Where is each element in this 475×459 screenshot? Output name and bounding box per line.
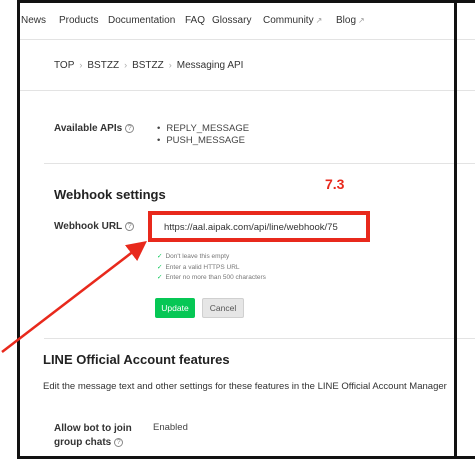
line-features-description: Edit the message text and other settings… bbox=[43, 381, 447, 392]
nav-glossary[interactable]: Glossary bbox=[212, 15, 251, 26]
nav-documentation[interactable]: Documentation bbox=[108, 15, 175, 26]
available-apis-label-text: Available APIs bbox=[54, 123, 123, 134]
update-button[interactable]: Update bbox=[155, 298, 195, 318]
group-chat-value: Enabled bbox=[153, 422, 188, 433]
validation-checklist: ✓ Don't leave this empty ✓ Enter a valid H… bbox=[157, 252, 266, 284]
nav-blog[interactable]: Blog ↗ bbox=[336, 15, 365, 26]
webhook-url-label-text: Webhook URL bbox=[54, 221, 123, 232]
breadcrumb-channel[interactable]: BSTZZ bbox=[132, 60, 164, 71]
nav-products[interactable]: Products bbox=[59, 15, 98, 26]
cancel-button[interactable]: Cancel bbox=[202, 298, 244, 318]
nav-community[interactable]: Community ↗ bbox=[263, 15, 322, 26]
breadcrumb-top[interactable]: TOP bbox=[54, 60, 74, 71]
available-apis-label: Available APIs? bbox=[54, 123, 135, 134]
api-list: REPLY_MESSAGE PUSH_MESSAGE bbox=[157, 123, 249, 147]
info-icon[interactable]: ? bbox=[125, 222, 135, 231]
check-icon: ✓ bbox=[157, 253, 163, 260]
nav-faq[interactable]: FAQ bbox=[185, 15, 205, 26]
check-icon: ✓ bbox=[157, 263, 163, 271]
webhook-url-label: Webhook URL? bbox=[54, 221, 135, 232]
chevron-right-icon: › bbox=[168, 60, 172, 70]
browser-frame: News Products Documentation FAQ Glossary… bbox=[17, 0, 475, 459]
info-icon[interactable]: ? bbox=[114, 438, 124, 447]
header-divider bbox=[20, 90, 475, 91]
check-icon: ✓ bbox=[157, 274, 163, 281]
nav-community-label: Community bbox=[263, 15, 314, 26]
validation-item: ✓ Enter a valid HTTPS URL bbox=[157, 263, 266, 274]
top-navigation: News Products Documentation FAQ Glossary… bbox=[20, 15, 475, 35]
external-link-icon: ↗ bbox=[315, 16, 323, 25]
validation-text: Enter a valid HTTPS URL bbox=[165, 263, 240, 271]
chevron-right-icon: › bbox=[79, 60, 83, 70]
nav-blog-label: Blog bbox=[336, 15, 357, 26]
validation-item: ✓ Enter no more than 500 characters bbox=[157, 273, 266, 284]
line-features-title: LINE Official Account features bbox=[43, 352, 230, 367]
validation-item: ✓ Don't leave this empty bbox=[157, 252, 266, 263]
validation-text: Enter no more than 500 characters bbox=[165, 274, 266, 281]
info-icon[interactable]: ? bbox=[125, 124, 135, 133]
webhook-url-input[interactable]: https://aal.aipak.com/api/line/webhook/7… bbox=[148, 211, 370, 242]
breadcrumb-current: Messaging API bbox=[176, 60, 244, 71]
group-chat-label-line1: Allow bot to join bbox=[54, 423, 132, 434]
chevron-right-icon: › bbox=[124, 60, 128, 70]
nav-divider bbox=[20, 39, 475, 40]
content-border bbox=[454, 0, 457, 459]
breadcrumb: TOP › BSTZZ › BSTZZ › Messaging API bbox=[54, 60, 243, 71]
api-item-push: PUSH_MESSAGE bbox=[157, 135, 249, 147]
webhook-settings-title: Webhook settings bbox=[54, 187, 166, 202]
group-chat-label: Allow bot to join group chats? bbox=[54, 422, 132, 450]
webhook-url-value: https://aal.aipak.com/api/line/webhook/7… bbox=[164, 222, 338, 233]
external-link-icon: ↗ bbox=[358, 16, 365, 25]
section-divider bbox=[44, 163, 475, 164]
section-divider bbox=[44, 338, 475, 339]
nav-news[interactable]: News bbox=[21, 15, 46, 26]
step-annotation: 7.3 bbox=[325, 176, 345, 192]
validation-text: Don't leave this empty bbox=[165, 253, 230, 260]
breadcrumb-provider[interactable]: BSTZZ bbox=[87, 60, 119, 71]
group-chat-label-line2: group chats bbox=[54, 437, 112, 448]
api-item-reply: REPLY_MESSAGE bbox=[157, 123, 249, 135]
